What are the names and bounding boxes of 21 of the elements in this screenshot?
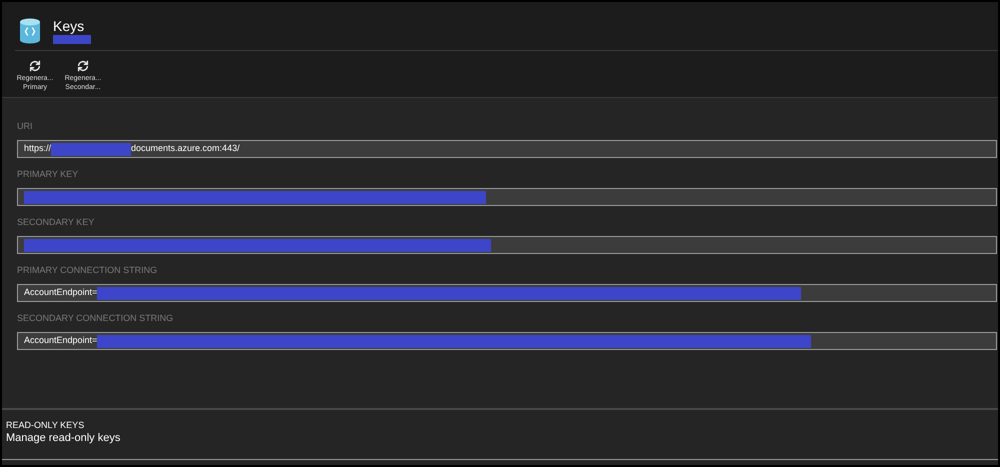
redaction-bar xyxy=(53,35,91,44)
database-icon xyxy=(19,18,41,44)
field-label: PRIMARY CONNECTION STRING xyxy=(17,264,158,276)
field-value: AccountEndpoint= xyxy=(24,286,98,300)
field-value: https:// xyxy=(24,142,52,156)
field-label: URI xyxy=(17,120,34,132)
field-label: SECONDARY KEY xyxy=(17,216,96,228)
input-field[interactable] xyxy=(17,188,997,206)
field-label: PRIMARY KEY xyxy=(17,168,80,180)
refresh-icon xyxy=(76,59,90,73)
blade-title: Keys xyxy=(53,18,86,34)
input-field[interactable]: AccountEndpoint= xyxy=(17,284,997,302)
field-value: AccountEndpoint= xyxy=(24,334,98,348)
field-value: documents.azure.com:443/ xyxy=(131,142,240,156)
section-subtitle[interactable]: Manage read-only keys xyxy=(6,431,994,445)
input-field[interactable]: https:// documents.azure.com:443/ xyxy=(17,140,997,158)
refresh-icon xyxy=(28,59,42,73)
input-field[interactable] xyxy=(17,236,997,254)
input-field[interactable]: AccountEndpoint= xyxy=(17,332,997,350)
field-label: SECONDARY CONNECTION STRING xyxy=(17,312,174,324)
section-title: READ-ONLY KEYS xyxy=(6,420,86,431)
